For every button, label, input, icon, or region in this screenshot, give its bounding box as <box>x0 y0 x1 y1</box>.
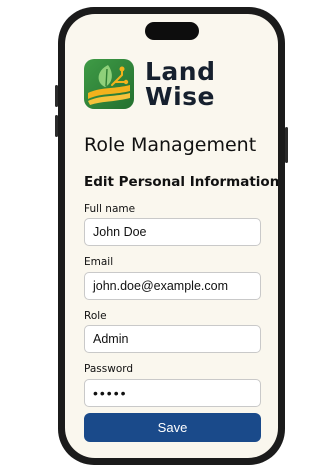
app-wordmark: Land Wise <box>145 59 216 109</box>
role-label: Role <box>84 310 107 322</box>
email-label: Email <box>84 256 114 268</box>
role-input[interactable]: Admin <box>84 325 261 353</box>
password-label: Password <box>84 363 134 375</box>
full-name-input[interactable]: John Doe <box>84 218 261 246</box>
save-button[interactable]: Save <box>84 413 261 442</box>
dynamic-island <box>145 22 199 40</box>
phone-power-button <box>285 127 288 163</box>
email-input[interactable]: john.doe@example.com <box>84 272 261 300</box>
phone-volume-down <box>55 115 58 137</box>
phone-volume-up <box>55 85 58 107</box>
wordmark-line-2: Wise <box>145 82 215 111</box>
phone-frame: Land Wise Role Management Edit Personal … <box>55 7 288 465</box>
page-title: Role Management <box>84 134 257 156</box>
section-title: Edit Personal Information <box>84 174 278 190</box>
full-name-label: Full name <box>84 203 136 215</box>
phone-screen: Land Wise Role Management Edit Personal … <box>65 14 278 458</box>
leaf-field-logo-icon <box>84 59 134 109</box>
wordmark-line-1: Land <box>145 57 216 86</box>
password-input[interactable]: ••••• <box>84 379 261 407</box>
app-logo: Land Wise <box>84 59 216 109</box>
